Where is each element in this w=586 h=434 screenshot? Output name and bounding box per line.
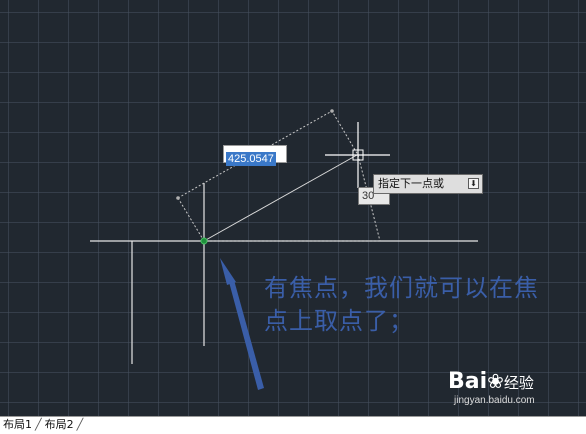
grip-point (176, 196, 180, 200)
base-point-marker (200, 237, 208, 245)
length-value: 425.0547 (226, 152, 276, 166)
layout-tab-bar: 布局1 ╱ 布局2 ╱ (0, 416, 586, 434)
watermark-logo: Bai❀经验 (448, 369, 534, 394)
watermark: Bai❀经验 jingyan.baidu.com (448, 368, 560, 412)
dropdown-arrow-icon[interactable]: ⬇ (468, 178, 479, 189)
tab-layout-2[interactable]: 布局2 (42, 417, 77, 433)
paw-icon: ❀ (487, 369, 504, 393)
tab-separator: ╱ (35, 418, 42, 431)
drawing-svg (90, 109, 478, 390)
grip-point (330, 109, 334, 113)
annotation-text: 有焦点，我们就可以在焦 点上取点了； (264, 272, 586, 338)
command-prompt-tooltip[interactable]: 指定下一点或 ⬇ (373, 174, 483, 194)
length-input[interactable]: 425.0547 (223, 145, 287, 166)
drawing-canvas[interactable]: 425.0547 30 指定下一点或 ⬇ 有焦点，我们就可以在焦 点上取点了； … (0, 0, 586, 416)
watermark-url: jingyan.baidu.com (454, 395, 535, 406)
tab-layout-1[interactable]: 布局1 (0, 417, 35, 433)
rubber-band-line (203, 154, 358, 242)
prompt-text: 指定下一点或 (378, 177, 444, 190)
annotation-line-2: 点上取点了； (264, 307, 414, 335)
dimension-extension (177, 197, 205, 242)
annotation-arrow-icon (220, 258, 264, 390)
annotation-line-1: 有焦点，我们就可以在焦 (264, 274, 539, 302)
tab-separator: ╱ (76, 418, 84, 431)
